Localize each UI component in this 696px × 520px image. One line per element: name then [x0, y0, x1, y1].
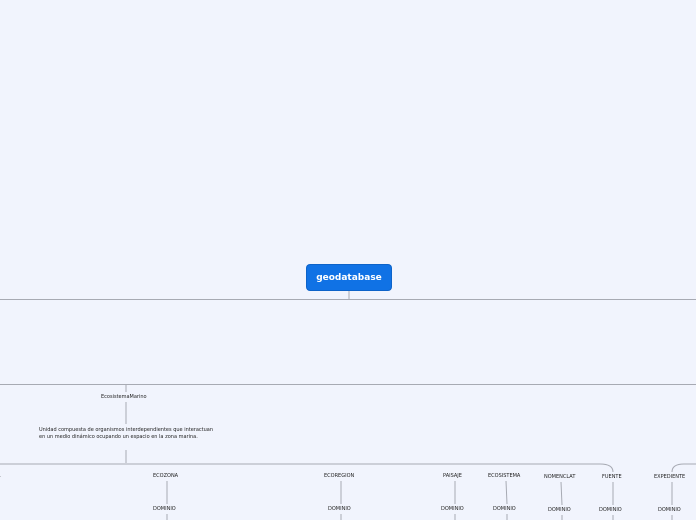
entity-node-ecosistema[interactable]: ECOSISTEMA — [488, 473, 520, 479]
entity-node-ecoregion[interactable]: ECOREGION — [324, 473, 354, 479]
nomenclat-child-line — [560, 481, 563, 506]
entity-node-nomenclat[interactable]: NOMENCLAT — [544, 474, 575, 480]
nomenclat-domain-node[interactable]: DOMINIO — [548, 507, 571, 513]
entity-bus-line — [0, 463, 614, 473]
entity-node-ecozona[interactable]: ECOZONA — [153, 473, 178, 479]
expediente-connector-line — [671, 463, 696, 473]
ecozona-domain-node[interactable]: DOMINIO — [153, 506, 176, 512]
entity-node-paisaje[interactable]: PAISAJE — [443, 473, 462, 479]
expediente-domain-node[interactable]: DOMINIO — [658, 507, 681, 513]
entity-node-expediente[interactable]: EXPEDIENTE — [654, 474, 685, 480]
paisaje-domain-node[interactable]: DOMINIO — [441, 506, 464, 512]
marine-branch-node[interactable]: EcosistemaMarino — [101, 394, 147, 400]
mindmap-canvas: geodatabase EcosistemaMarino Unidad comp… — [0, 0, 696, 520]
entity-node-fuente[interactable]: FUENTE — [602, 474, 622, 480]
ecoregion-domain-node[interactable]: DOMINIO — [328, 506, 351, 512]
root-node-geodatabase[interactable]: geodatabase — [307, 265, 391, 290]
connector-lines — [0, 290, 696, 520]
ecosistema-domain-node[interactable]: DOMINIO — [493, 506, 516, 512]
ecosistema-child-line — [505, 480, 508, 505]
fuente-domain-node[interactable]: DOMINIO — [599, 507, 622, 513]
marine-branch-description: Unidad compuesta de organismos interdepe… — [39, 427, 214, 440]
